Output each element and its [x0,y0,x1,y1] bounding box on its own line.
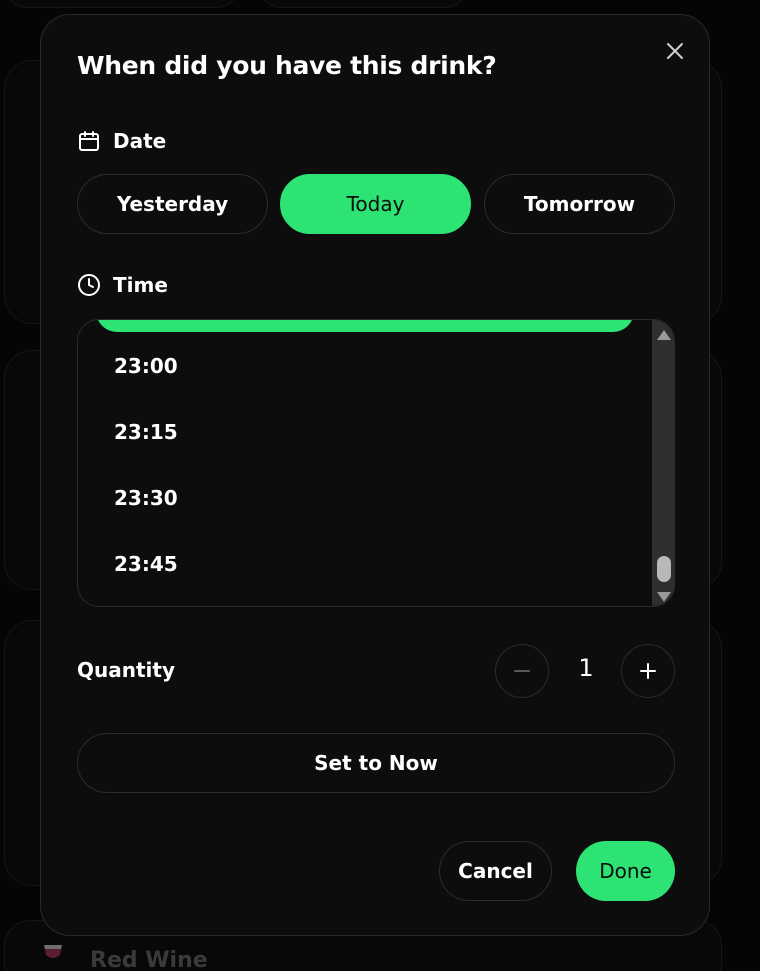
calendar-icon [77,129,101,153]
modal-title: When did you have this drink? [77,51,497,80]
time-list[interactable]: 23:00 23:15 23:30 23:45 [77,319,675,607]
time-picker-modal: When did you have this drink? Date Yeste… [40,14,710,936]
decrease-quantity-button[interactable] [495,644,549,698]
close-icon [667,43,683,59]
selected-time-highlight[interactable] [96,320,634,332]
set-to-now-button[interactable]: Set to Now [77,733,675,793]
minus-icon [514,670,530,672]
time-section-label: Time [77,273,168,297]
time-option-2330[interactable]: 23:30 [114,486,178,510]
time-label-text: Time [113,273,168,297]
date-option-tomorrow[interactable]: Tomorrow [484,174,675,234]
background-card [258,0,468,8]
cancel-button[interactable]: Cancel [439,841,552,901]
wine-glass-icon [40,943,66,971]
date-option-yesterday[interactable]: Yesterday [77,174,268,234]
date-section-label: Date [77,129,166,153]
scroll-down-arrow-icon[interactable] [657,592,671,602]
quantity-value: 1 [578,654,594,682]
time-option-2345[interactable]: 23:45 [114,552,178,576]
date-option-today[interactable]: Today [280,174,471,234]
increase-quantity-button[interactable] [621,644,675,698]
done-button[interactable]: Done [576,841,675,901]
scrollbar-thumb[interactable] [657,556,671,582]
plus-icon [640,663,656,679]
background-card [4,0,240,8]
time-option-2315[interactable]: 23:15 [114,420,178,444]
clock-icon [77,273,101,297]
quantity-label: Quantity [77,658,175,682]
close-button[interactable] [661,37,689,65]
time-list-scrollbar[interactable] [652,320,674,606]
time-option-2300[interactable]: 23:00 [114,354,178,378]
date-label-text: Date [113,129,167,153]
scroll-up-arrow-icon[interactable] [657,330,671,340]
background-item-label: Red Wine [90,948,208,971]
